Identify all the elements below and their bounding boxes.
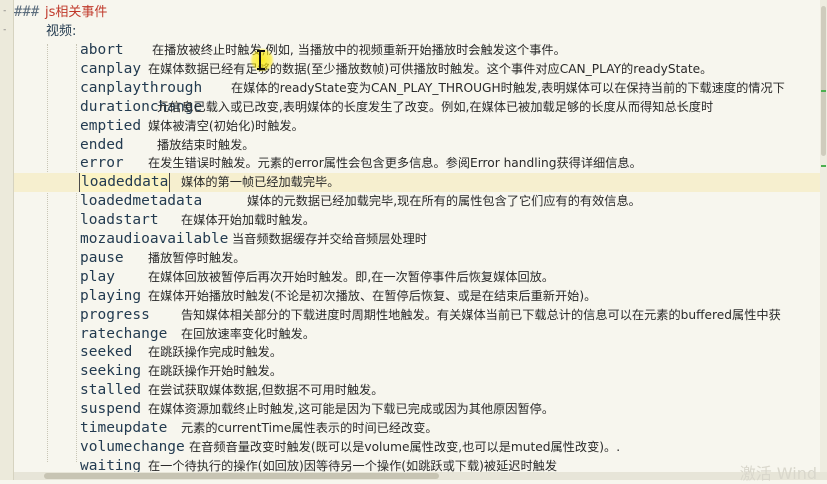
event-line-play[interactable]: play 在媒体回放被暂停后再次开始时触发。即,在一次暂停事件后恢复媒体回放。 xyxy=(14,268,827,287)
event-name: volumechange xyxy=(80,438,185,455)
event-line-mozaudioavailable[interactable]: mozaudioavailable 当音频数据缓存并交给音频层处理时 xyxy=(14,230,827,249)
event-description: 在回放速率变化时触发。 xyxy=(181,326,316,341)
vertical-scrollbar[interactable] xyxy=(820,0,827,472)
fold-marker-icon[interactable]: - xyxy=(2,6,7,16)
event-description: 在尝试获取媒体数据,但数据不可用时触发。 xyxy=(148,383,384,398)
event-description: 在跳跃操作开始时触发。 xyxy=(148,364,283,379)
event-name: error xyxy=(80,155,124,172)
horizontal-scroll-thumb[interactable] xyxy=(44,473,439,479)
event-line-loadstart[interactable]: loadstart 在媒体开始加载时触发。 xyxy=(14,211,827,230)
event-description: 媒体被清空(初始化)时触发。 xyxy=(148,118,304,133)
event-line-pause[interactable]: pause 播放暂停时触发。 xyxy=(14,249,827,268)
event-line-error[interactable]: error 在发生错误时触发。元素的error属性会包含更多信息。参阅Error … xyxy=(14,154,827,173)
section-line[interactable]: 视频: xyxy=(14,22,827,41)
event-line-playing[interactable]: playing 在媒体开始播放时触发(不论是初次播放、在暂停后恢复、或是在结束后重… xyxy=(14,287,827,306)
heading-line[interactable]: ### js相关事件 xyxy=(14,3,827,22)
event-description: 播放暂停时触发。 xyxy=(148,250,246,265)
event-description: 当音频数据缓存并交给音频层处理时 xyxy=(232,232,427,246)
event-description: 告知媒体相关部分的下载进度时周期性地触发。有关媒体当前已下载总计的信息可以在元素… xyxy=(181,307,781,322)
event-description: 在发生错误时触发。元素的error属性会包含更多信息。参阅Error handl… xyxy=(148,156,642,171)
event-description: 在媒体的readyState变为CAN_PLAY_THROUGH时触发,表明媒体… xyxy=(231,80,785,95)
event-description: 在媒体开始播放时触发(不论是初次播放、在暂停后恢复、或是在结束后重新开始)。 xyxy=(148,288,597,303)
event-name: timeupdate xyxy=(80,420,168,436)
event-name: abort xyxy=(80,42,124,58)
event-description: 在媒体资源加载终止时触发,这可能是因为下载已完成或因为其他原因暂停。 xyxy=(148,402,555,417)
event-line-timeupdate[interactable]: timeupdate 元素的currentTime属性表示的时间已经改变。 xyxy=(14,419,827,438)
event-name: loadedmetadata xyxy=(80,193,203,210)
event-line-loadeddata[interactable]: loadeddata 媒体的第一帧已经加载完毕。 xyxy=(14,173,827,193)
vertical-scroll-thumb[interactable] xyxy=(821,6,826,156)
event-description: 在音频音量改变时触发(既可以是volume属性改变,也可以是muted属性改变)… xyxy=(189,439,621,454)
code-editor[interactable]: ### js相关事件 视频: abort 在播放被终止时触发,例如, 当播放中的视… xyxy=(14,0,827,474)
event-name: seeked xyxy=(80,344,133,361)
event-line-canplay[interactable]: canplay 在媒体数据已经有足够的数据(至少播放数帧)可供播放时触发。这个事件… xyxy=(14,60,827,79)
event-name: suspend xyxy=(80,401,142,418)
event-description: 播放结束时触发。 xyxy=(157,137,255,152)
event-name: loadstart xyxy=(80,212,159,229)
event-line-stalled[interactable]: stalled 在尝试获取媒体数据,但数据不可用时触发。 xyxy=(14,381,827,400)
event-line-abort[interactable]: abort 在播放被终止时触发,例如, 当播放中的视频重新开始播放时会触发这个事件… xyxy=(14,41,827,60)
event-name: playing xyxy=(80,287,142,304)
event-description: 元素的currentTime属性表示的时间已经改变。 xyxy=(181,421,438,435)
horizontal-scrollbar[interactable] xyxy=(14,472,827,480)
event-description: 在媒体数据已经有足够的数据(至少播放数帧)可供播放时触发。这个事件对应CAN_P… xyxy=(148,61,713,76)
event-line-volumechange[interactable]: volumechange 在音频音量改变时触发(既可以是volume属性改变,也可… xyxy=(14,438,827,457)
event-line-emptied[interactable]: emptied 媒体被清空(初始化)时触发。 xyxy=(14,117,827,136)
event-name: canplaythrough xyxy=(80,79,203,96)
fold-marker-icon[interactable]: - xyxy=(2,25,7,35)
event-description: 在播放被终止时触发,例如, 当播放中的视频重新开始播放时会触发这个事件。 xyxy=(152,43,566,57)
event-name: ratechange xyxy=(80,325,168,342)
event-name: seeking xyxy=(80,363,142,380)
scroll-marker xyxy=(821,165,826,167)
event-name: emptied xyxy=(80,117,142,134)
event-line-durationchange[interactable]: durationchange 元信息已载入或已改变,表明媒体的长度发生了改变。例如… xyxy=(14,98,827,117)
event-description: 媒体的第一帧已经加载完毕。 xyxy=(181,175,340,190)
event-line-canplaythrough[interactable]: canplaythrough 在媒体的readyState变为CAN_PLAY_T… xyxy=(14,79,827,98)
text-cursor-icon xyxy=(257,50,267,70)
scroll-marker xyxy=(821,90,826,92)
event-name: progress xyxy=(80,306,150,323)
heading-title: js相关事件 xyxy=(45,5,108,20)
event-name: stalled xyxy=(80,382,142,399)
event-line-suspend[interactable]: suspend 在媒体资源加载终止时触发,这可能是因为下载已完成或因为其他原因暂停… xyxy=(14,400,827,419)
event-line-ratechange[interactable]: ratechange 在回放速率变化时触发。 xyxy=(14,325,827,344)
activation-watermark: 激活 Wind xyxy=(739,464,817,483)
event-line-progress[interactable]: progress 告知媒体相关部分的下载进度时周期性地触发。有关媒体当前已下载总计… xyxy=(14,306,827,325)
event-name: pause xyxy=(80,249,124,266)
event-line-seeked[interactable]: seeked 在跳跃操作完成时触发。 xyxy=(14,343,827,362)
event-description: 元信息已载入或已改变,表明媒体的长度发生了改变。例如,在媒体已被加载足够的长度从… xyxy=(157,99,714,114)
event-name: mozaudioavailable xyxy=(80,231,229,247)
event-name: loadeddata xyxy=(78,173,171,193)
event-line-loadedmetadata[interactable]: loadedmetadata 媒体的元数据已经加载完毕,现在所有的属性包含了它们应… xyxy=(14,192,827,211)
event-description: 在媒体开始加载时触发。 xyxy=(181,213,316,228)
event-description: 在媒体回放被暂停后再次开始时触发。即,在一次暂停事件后恢复媒体回放。 xyxy=(148,269,555,284)
event-name: play xyxy=(80,268,115,285)
event-description: 媒体的元数据已经加载完毕,现在所有的属性包含了它们应有的有效信息。 xyxy=(247,194,641,209)
event-name: ended xyxy=(80,136,124,153)
event-name: canplay xyxy=(80,60,142,77)
event-description: 在跳跃操作完成时触发。 xyxy=(148,345,283,360)
event-line-ended[interactable]: ended 播放结束时触发。 xyxy=(14,136,827,155)
editor-gutter[interactable]: - - xyxy=(0,0,14,480)
section-title: 视频: xyxy=(46,24,77,39)
heading-marker: ### xyxy=(14,4,40,20)
event-line-seeking[interactable]: seeking 在跳跃操作开始时触发。 xyxy=(14,362,827,381)
